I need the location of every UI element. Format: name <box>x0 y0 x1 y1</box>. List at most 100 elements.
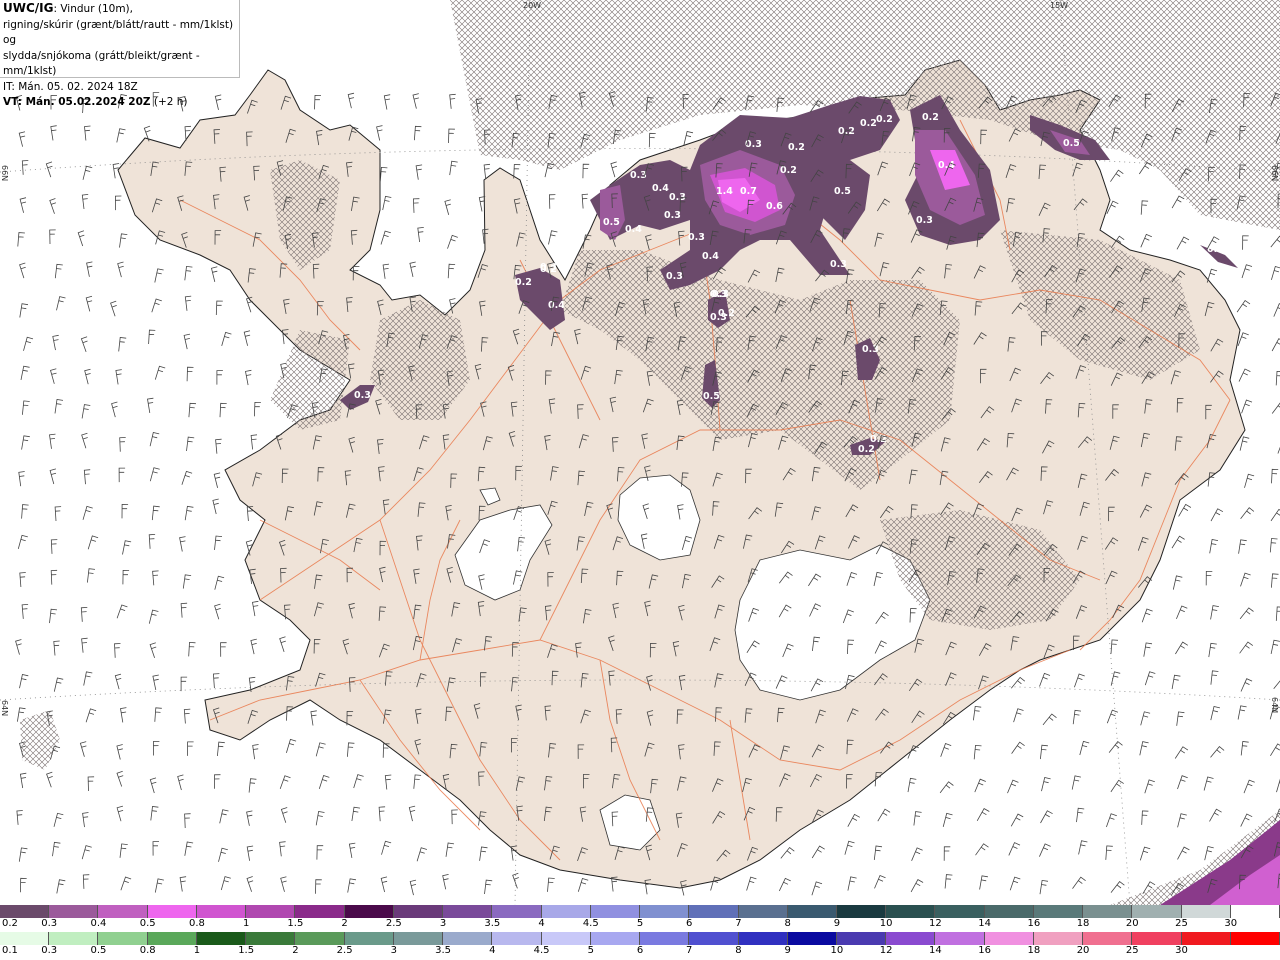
rain-swatch <box>147 932 197 945</box>
snow-tick-label: 25 <box>1175 918 1188 929</box>
rain-swatch <box>935 932 985 945</box>
snow-swatch <box>541 905 591 918</box>
snow-swatch <box>147 905 197 918</box>
rain-swatch <box>590 932 641 945</box>
snow-swatch <box>49 905 99 918</box>
snow-swatch <box>738 905 788 918</box>
rain-tick-label: 30 <box>1175 945 1188 956</box>
valid-time: VT: Mán. 05.02.2024 20Z <box>3 96 151 108</box>
rain-swatch <box>443 932 493 945</box>
snow-swatch <box>590 905 641 918</box>
weather-map: 0.3 0.2 0.2 0.2 0.2 0.3 0.5 0.2 0.4 0.3 … <box>0 0 1280 905</box>
snow-tick-label: 4.5 <box>582 918 599 929</box>
rain-tick-label: 5 <box>587 945 594 956</box>
lat-label-64n-right: 64N <box>1270 697 1279 714</box>
lat-label-66n-left: 66N <box>0 165 9 182</box>
svg-text:0.2: 0.2 <box>515 277 532 288</box>
map-info-box: UWC/IG: Vindur (10m), rigning/skúrir (gr… <box>0 0 240 108</box>
lon-label-15w: 15W <box>1050 1 1069 10</box>
snow-swatch <box>640 905 690 918</box>
rain-swatch <box>640 932 690 945</box>
snow-swatch <box>196 905 247 918</box>
snow-swatch <box>1083 905 1133 918</box>
rain-swatch <box>246 932 296 945</box>
svg-text:0.4: 0.4 <box>652 183 669 194</box>
rain-color-bar <box>0 932 1280 945</box>
snow-tick-label: 0.4 <box>90 918 107 929</box>
snow-tick-label: 3.5 <box>484 918 501 929</box>
snow-tick-label: 30 <box>1224 918 1238 929</box>
lat-label-64n-left: 64N <box>0 700 9 717</box>
rain-swatch <box>196 932 247 945</box>
rain-swatch <box>738 932 788 945</box>
lon-label-20w: 20W <box>523 1 542 10</box>
snow-swatch <box>492 905 542 918</box>
snow-tick-label: 8 <box>784 918 791 929</box>
snow-color-bar <box>0 905 1280 918</box>
svg-text:0.3: 0.3 <box>1207 244 1224 255</box>
rain-swatch <box>1033 932 1084 945</box>
svg-text:0.2: 0.2 <box>922 112 939 123</box>
valid-offset: (+2 h) <box>150 96 188 108</box>
snow-tick-label: 3 <box>439 918 447 929</box>
svg-text:0.2: 0.2 <box>860 118 877 129</box>
rain-swatch <box>1132 932 1182 945</box>
snow-swatch <box>393 905 444 918</box>
snow-tick-label: 1.5 <box>287 918 304 929</box>
rain-tick-label: 1 <box>193 945 201 956</box>
snow-tick-label: 16 <box>1027 918 1041 929</box>
svg-text:0.3: 0.3 <box>688 232 705 243</box>
snow-legend: 0.2 0.3 0.4 0.5 0.8 1 1.5 2 2.5 3 3.5 4 4.5 5 6 7 8 9 10 12… <box>0 905 1280 932</box>
snow-tick-label: 0.3 <box>41 918 58 929</box>
model-name: UWC/IG <box>3 1 54 15</box>
rain-swatch <box>1083 932 1133 945</box>
svg-text:0.3: 0.3 <box>916 215 933 226</box>
snow-tick-label: 10 <box>879 918 893 929</box>
rain-swatch <box>984 932 1034 945</box>
snow-swatch <box>689 905 739 918</box>
svg-text:0.2: 0.2 <box>870 434 887 445</box>
rain-tick-label: 6 <box>636 945 644 956</box>
svg-text:0.5: 0.5 <box>1063 138 1080 149</box>
rain-swatch <box>492 932 542 945</box>
info-line2: rigning/skúrir (grænt/blátt/rautt - mm/1… <box>3 18 234 47</box>
snow-tick-label: 1 <box>242 918 250 929</box>
rain-tick-label: 20 <box>1076 945 1090 956</box>
svg-text:0.7: 0.7 <box>740 186 757 197</box>
svg-text:0.2: 0.2 <box>838 126 855 137</box>
rain-swatch <box>0 932 50 945</box>
snow-tick-label: 7 <box>735 918 742 929</box>
snow-tick-label: 2.5 <box>385 918 402 929</box>
svg-text:0.5: 0.5 <box>834 186 851 197</box>
svg-text:1.4: 1.4 <box>716 186 733 197</box>
snow-swatch <box>1181 905 1231 918</box>
svg-text:0.4: 0.4 <box>938 160 955 171</box>
snow-swatch <box>1230 905 1280 918</box>
rain-swatch <box>1230 932 1280 945</box>
rain-swatch <box>787 932 837 945</box>
rain-swatch <box>344 932 394 945</box>
svg-text:0.4: 0.4 <box>625 224 642 235</box>
snow-tick-label: 12 <box>929 918 942 929</box>
svg-text:0.3: 0.3 <box>710 312 727 323</box>
rain-swatch <box>886 932 936 945</box>
rain-tick-label: 3.5 <box>435 945 452 956</box>
snow-tick-label: 6 <box>686 918 693 929</box>
snow-swatch <box>787 905 837 918</box>
svg-text:0.2: 0.2 <box>858 444 875 455</box>
snow-tick-label: 0.2 <box>2 918 18 929</box>
rain-swatch <box>49 932 99 945</box>
rain-tick-label: 18 <box>1027 945 1041 956</box>
snow-tick-label: 20 <box>1125 918 1139 929</box>
rain-swatch <box>393 932 444 945</box>
svg-text:0.2: 0.2 <box>788 142 805 153</box>
rain-tick-label: 25 <box>1125 945 1139 956</box>
rain-tick-label: 16 <box>978 945 991 956</box>
svg-text:0.2: 0.2 <box>876 114 893 125</box>
rain-tick-label: 1.5 <box>238 945 255 956</box>
rain-swatch <box>836 932 887 945</box>
lat-label-66n-right: 66N <box>1270 165 1279 182</box>
rain-swatch <box>98 932 148 945</box>
svg-text:0.3: 0.3 <box>666 271 683 282</box>
svg-text:0.5: 0.5 <box>603 217 620 228</box>
